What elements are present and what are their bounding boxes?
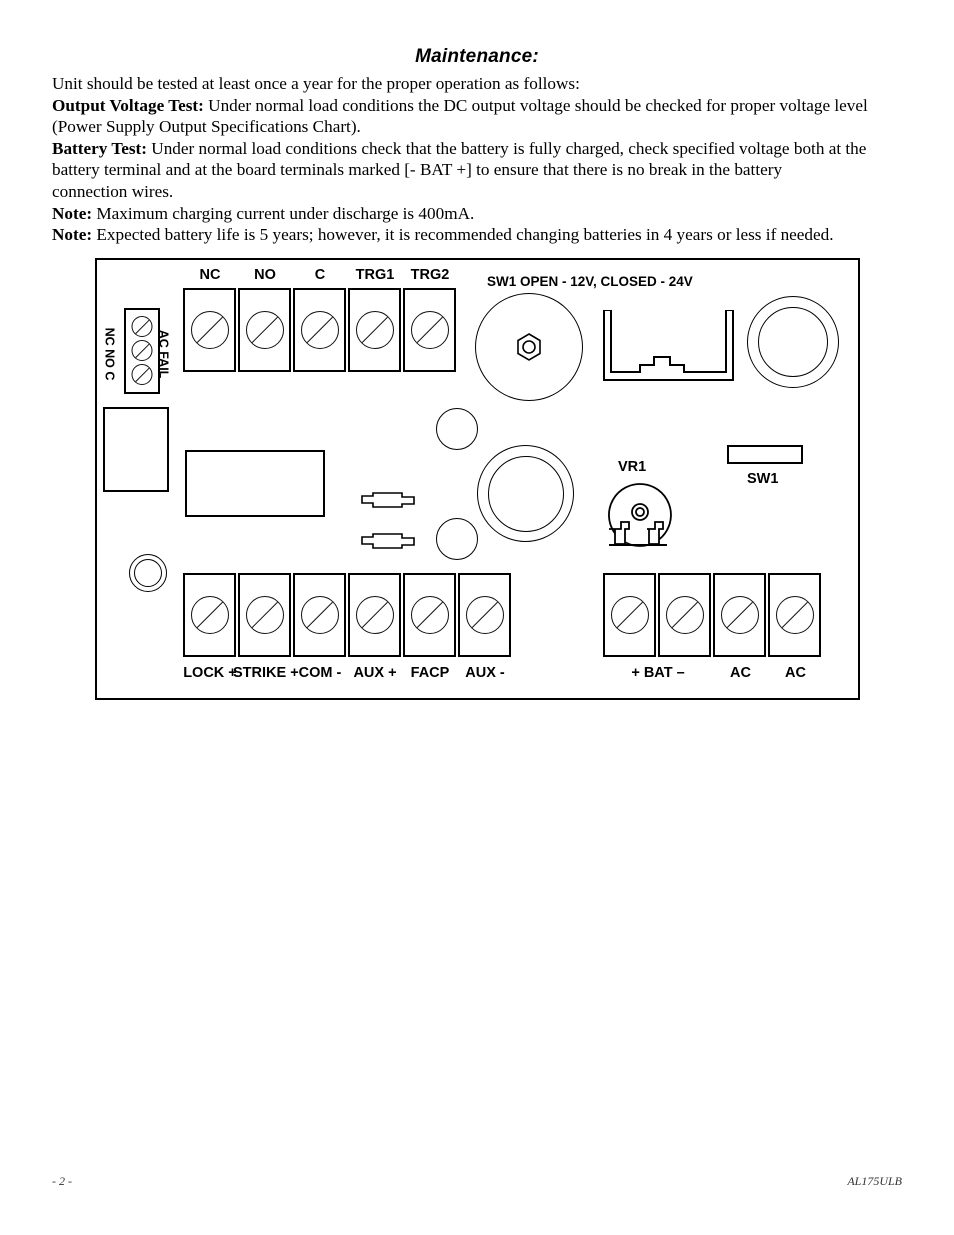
capacitor-inner-ring [758,307,828,377]
screw-icon [131,364,153,385]
terminal-label-bat: + BAT – [631,665,685,681]
terminal-no[interactable] [238,288,291,372]
footer-page-number: - 2 - [52,1174,72,1188]
screw-icon [610,596,649,634]
transformer-block [185,450,325,517]
body-line: battery terminal and at the board termin… [52,159,902,181]
screw-icon [665,596,704,634]
capacitor-inner-ring [487,455,564,532]
circuit-board-diagram: NC NO C AC FAIL NC NO C TRG1 TRG2 SW1 OP… [95,258,860,700]
terminal-label-c: C [314,267,326,283]
body-line: Note: Maximum charging current under dis… [52,203,902,225]
screw-icon [465,596,504,634]
screw-icon [355,311,394,349]
terminal-ac-2[interactable] [768,573,821,657]
screw-icon [720,596,759,634]
body-text: Expected battery life is 5 years; howeve… [92,225,834,245]
body-lead: Note: [52,225,93,245]
body-lead: Battery Test: [52,138,147,158]
screw-icon [410,311,449,349]
terminal-trg1[interactable] [348,288,401,372]
terminal-label-ac-2: AC [785,665,806,681]
body-line: Output Voltage Test: Under normal load c… [52,95,902,117]
terminal-label-trg2: TRG2 [410,267,450,283]
terminal-label-aux-negative: AUX - [465,665,505,681]
screw-icon [300,311,339,349]
body-text: Under normal load conditions check that … [147,138,867,158]
terminal-aux-negative[interactable] [458,573,511,657]
screw-icon [355,596,394,634]
body-line: Unit should be tested at least once a ye… [52,73,902,95]
heatsink-icon [603,310,734,381]
body-text: (Power Supply Output Specifications Char… [52,117,361,137]
mounting-hole-inner [134,559,162,587]
terminal-c[interactable] [293,288,346,372]
vr1-trimpot-icon[interactable] [603,482,677,548]
body-line: Battery Test: Under normal load conditio… [52,138,902,160]
top-terminal-strip [183,288,456,372]
screw-icon [300,596,339,634]
bottom-left-terminal-strip [183,573,511,657]
mounting-hole [129,554,167,592]
terminal-aux-positive[interactable] [348,573,401,657]
ac-fail-block-label: AC FAIL [156,329,171,379]
terminal-com-negative[interactable] [293,573,346,657]
terminal-label-trg1: TRG1 [355,267,395,283]
component-block-left [103,407,169,492]
screw-icon [190,311,229,349]
page-title: Maintenance: [415,46,539,67]
capacitor-right [747,296,839,388]
body-text: Maximum charging current under discharge… [92,203,475,223]
body-line: (Power Supply Output Specifications Char… [52,116,902,138]
body-line: Note: Expected battery life is 5 years; … [52,224,902,246]
sw1-label: SW1 [747,471,779,487]
component-circle-small [436,518,478,560]
screw-icon [245,311,284,349]
capacitor-center [477,445,574,542]
maintenance-section: Maintenance: Unit should be tested at le… [52,46,902,246]
fuse-icon [361,533,415,549]
terminal-label-nc: NC [199,267,221,283]
fuse-icon [361,492,415,508]
screw-icon [190,596,229,634]
body-text: battery terminal and at the board termin… [52,160,783,180]
terminal-battery-positive[interactable] [603,573,656,657]
terminal-nc[interactable] [183,288,236,372]
bottom-right-terminal-strip [603,573,821,657]
terminal-lock-positive[interactable] [183,573,236,657]
vr1-label: VR1 [618,459,647,475]
body-lead: Note: [52,203,93,223]
terminal-battery-negative[interactable] [658,573,711,657]
body-text: Under normal load conditions the DC outp… [203,95,868,115]
ac-fail-pin-labels: NC NO C [102,327,117,381]
terminal-strike-positive[interactable] [238,573,291,657]
terminal-trg2[interactable] [403,288,456,372]
sw1-dip-switch[interactable] [727,445,803,464]
sw1-note: SW1 OPEN - 12V, CLOSED - 24V [487,274,693,289]
body-text: Unit should be tested at least once a ye… [52,74,580,93]
screw-icon [245,596,284,634]
component-circle-small [436,408,478,450]
terminal-ac-1[interactable] [713,573,766,657]
ac-fail-terminal-block [124,308,160,394]
body-line: connection wires. [52,181,902,203]
terminal-label-no: NO [254,267,276,283]
screw-icon [131,340,153,361]
screw-icon [131,316,153,337]
screw-icon [775,596,814,634]
terminal-label-ac-1: AC [730,665,751,681]
screw-icon [410,596,449,634]
footer-model-code: AL175ULB [847,1174,902,1188]
body-text: connection wires. [52,181,174,201]
body-lead: Output Voltage Test: [52,95,204,115]
terminal-facp[interactable] [403,573,456,657]
hex-nut-icon [517,333,541,361]
